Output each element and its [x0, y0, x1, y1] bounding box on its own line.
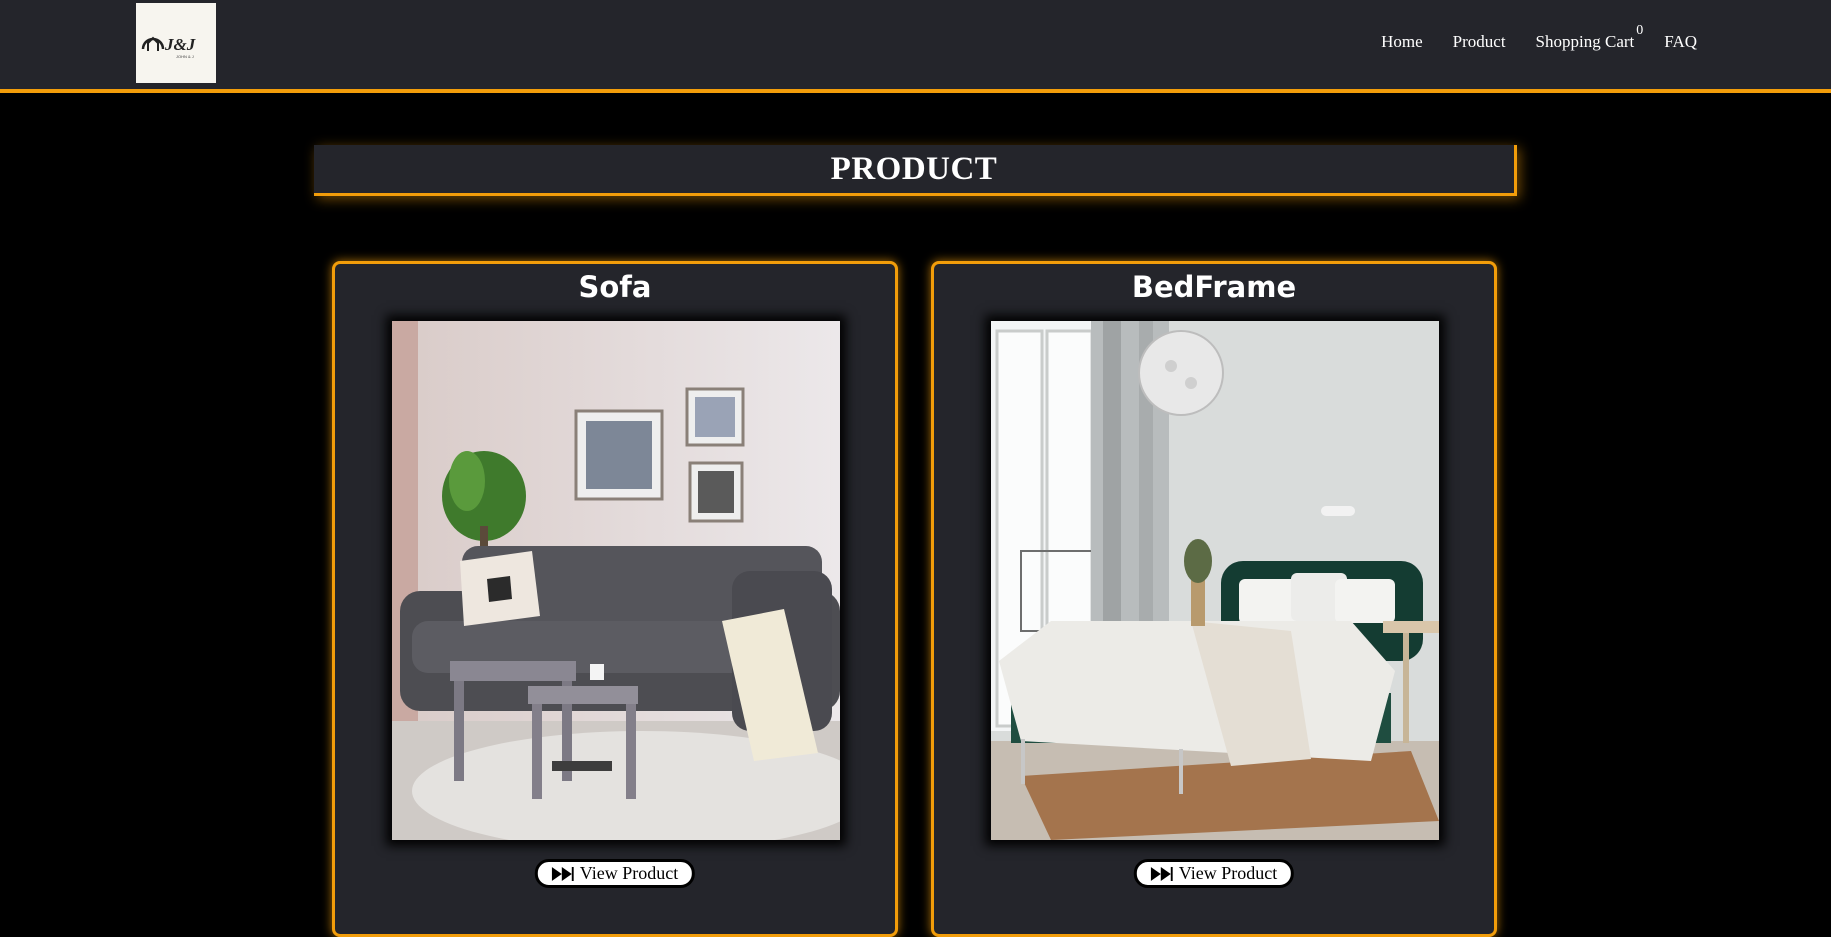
view-product-label: View Product: [579, 863, 679, 883]
nav-links: Home Product Shopping Cart 0 FAQ: [1381, 23, 1697, 52]
cart-count-badge: 0: [1636, 23, 1644, 38]
page-title: PRODUCT: [830, 150, 998, 187]
product-image-bedframe: [991, 321, 1439, 840]
nav-shopping-cart-label: Shopping Cart: [1535, 32, 1635, 51]
product-card-sofa: Sofa View Product: [332, 261, 898, 937]
nav-home[interactable]: Home: [1381, 32, 1423, 52]
page-heading-box: PRODUCT: [314, 145, 1517, 196]
fast-forward-icon: [551, 866, 574, 881]
view-product-label: View Product: [1178, 863, 1278, 883]
product-title: BedFrame: [1131, 270, 1297, 304]
product-card-bedframe: BedFrame View Product: [931, 261, 1497, 937]
product-title: Sofa: [578, 270, 652, 304]
logo-subtext: JOHN & J: [176, 54, 194, 59]
navbar: J&J JOHN & J Home Product Shopping Cart …: [0, 0, 1831, 93]
product-image-sofa: [392, 321, 840, 840]
fast-forward-icon: [1150, 866, 1173, 881]
nav-shopping-cart[interactable]: Shopping Cart 0: [1535, 23, 1644, 52]
logo-text: J&J: [164, 35, 196, 54]
bedframe-photo: [991, 321, 1439, 840]
nav-faq[interactable]: FAQ: [1664, 32, 1697, 52]
logo-icon: J&J JOHN & J: [141, 35, 196, 59]
view-product-button[interactable]: View Product: [1133, 859, 1295, 888]
brand-logo[interactable]: J&J JOHN & J: [136, 3, 216, 83]
nav-product[interactable]: Product: [1453, 32, 1506, 52]
sofa-photo: [392, 321, 840, 840]
view-product-button[interactable]: View Product: [534, 859, 696, 888]
